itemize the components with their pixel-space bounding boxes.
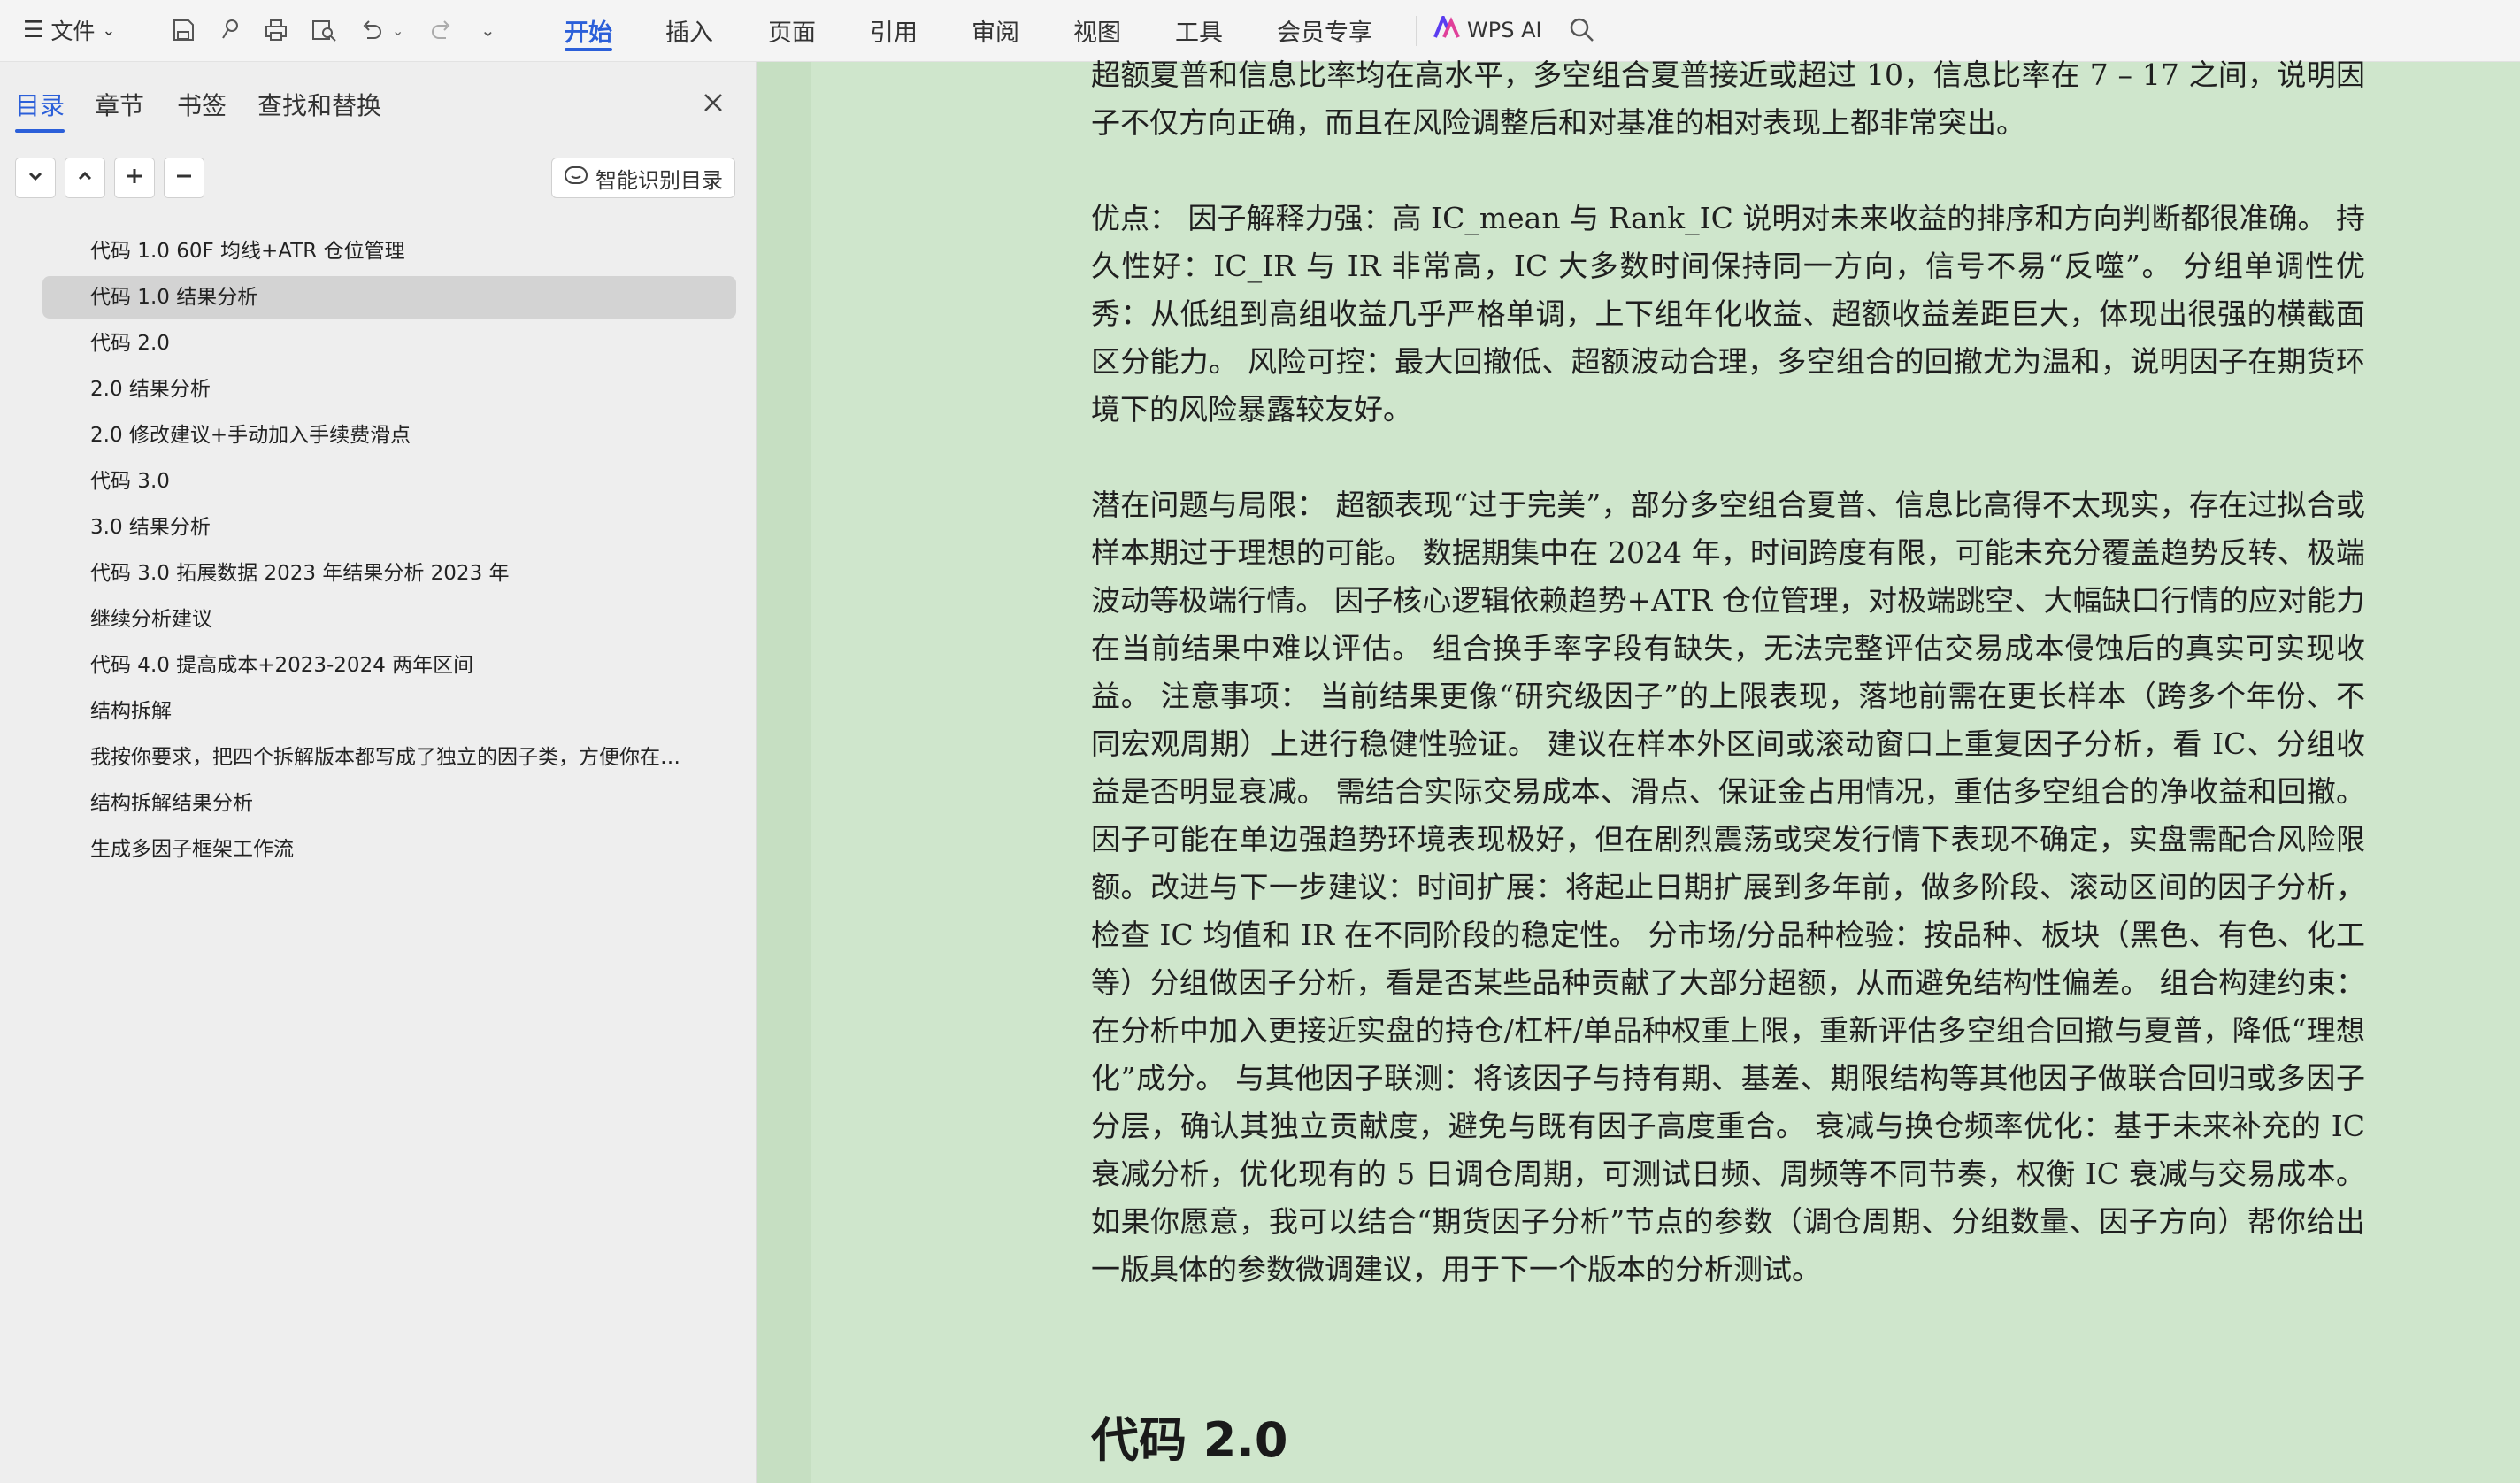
save-icon[interactable] [170, 0, 196, 60]
chevron-down-icon [26, 166, 45, 189]
toolbar-divider [1416, 16, 1417, 46]
undo-dropdown-icon[interactable]: ⌄ [392, 0, 403, 60]
toc-item-selected[interactable]: 代码 1.0 结果分析 [42, 276, 736, 319]
toc-item[interactable]: 继续分析建议 [42, 598, 736, 641]
ai-face-icon [564, 165, 588, 191]
print-icon[interactable] [263, 0, 289, 60]
smart-toc-button[interactable]: 智能识别目录 [551, 158, 735, 198]
remove-heading-button[interactable] [164, 158, 204, 198]
toc-item[interactable]: 代码 3.0 拓展数据 2023 年结果分析 2023 年 [42, 552, 736, 595]
minus-icon [174, 166, 194, 189]
document-body[interactable]: 超额夏普和信息比率均在高水平，多空组合夏普接近或超过 10，信息比率在 7 – … [1091, 51, 2365, 1341]
collapse-all-button[interactable] [15, 158, 56, 198]
toc-item[interactable]: 代码 3.0 [42, 460, 736, 503]
tab-bookmarks[interactable]: 书签 [177, 87, 227, 122]
smart-toc-label: 智能识别目录 [595, 167, 723, 193]
expand-all-button[interactable] [65, 158, 105, 198]
doc-paragraph: 潜在问题与局限： 超额表现“过于完美”，部分多空组合夏普、信息比高得不太现实，存… [1091, 488, 2365, 1287]
tab-toc[interactable]: 目录 [15, 87, 65, 133]
wps-ai-label: WPS AI [1467, 18, 1542, 42]
wps-ai-logo-icon [1433, 12, 1460, 44]
file-menu-label: 文件 [50, 19, 96, 44]
tab-references[interactable]: 引用 [870, 0, 918, 60]
redo-icon[interactable] [428, 0, 455, 60]
chevron-down-icon: ⌄ [102, 20, 116, 40]
toc-item[interactable]: 2.0 结果分析 [42, 368, 736, 411]
undo-icon[interactable] [358, 0, 385, 60]
doc-paragraph: 超额夏普和信息比率均在高水平，多空组合夏普接近或超过 10，信息比率在 7 – … [1091, 58, 2365, 140]
hamburger-icon: ☰ [23, 17, 44, 43]
doc-heading: 代码 2.0 [1091, 1412, 1288, 1468]
page-margin-strip [757, 62, 811, 1483]
tab-sections[interactable]: 章节 [95, 87, 144, 122]
tab-insert[interactable]: 插入 [665, 0, 713, 60]
toc-item[interactable]: 我按你要求，把四个拆解版本都写成了独立的因子类，方便你在… [42, 736, 736, 779]
plus-icon [125, 166, 144, 189]
more-chevron-icon[interactable]: ⌄ [480, 0, 496, 60]
toc-item[interactable]: 生成多因子框架工作流 [42, 828, 736, 871]
navigation-pane: 目录 章节 书签 查找和替换 智能识别目录 代码 1.0 60F 均线+ATR … [0, 62, 757, 1483]
format-painter-icon[interactable] [217, 0, 243, 60]
close-icon[interactable] [699, 88, 727, 117]
doc-paragraph: 优点： 因子解释力强：高 IC_mean 与 Rank_IC 说明对未来收益的排… [1091, 201, 2365, 426]
toc-item[interactable]: 2.0 修改建议+手动加入手续费滑点 [42, 414, 736, 457]
add-heading-button[interactable] [114, 158, 155, 198]
chevron-up-icon [75, 166, 95, 189]
toc-item[interactable]: 代码 4.0 提高成本+2023-2024 两年区间 [42, 644, 736, 687]
print-preview-icon[interactable] [310, 0, 338, 60]
toc-item[interactable]: 代码 2.0 [42, 322, 736, 365]
tab-review[interactable]: 审阅 [972, 0, 1019, 60]
file-menu[interactable]: ☰ 文件 ⌄ [23, 0, 115, 60]
toc-item[interactable]: 3.0 结果分析 [42, 506, 736, 549]
toc-item[interactable]: 结构拆解结果分析 [42, 782, 736, 825]
toc-item[interactable]: 结构拆解 [42, 690, 736, 733]
toc-list: 代码 1.0 60F 均线+ATR 仓位管理 代码 1.0 结果分析 代码 2.… [42, 230, 736, 874]
tab-home[interactable]: 开始 [565, 0, 612, 60]
tab-page[interactable]: 页面 [768, 0, 816, 60]
tab-find-replace[interactable]: 查找和替换 [257, 87, 381, 122]
toc-item[interactable]: 代码 1.0 60F 均线+ATR 仓位管理 [42, 230, 736, 273]
